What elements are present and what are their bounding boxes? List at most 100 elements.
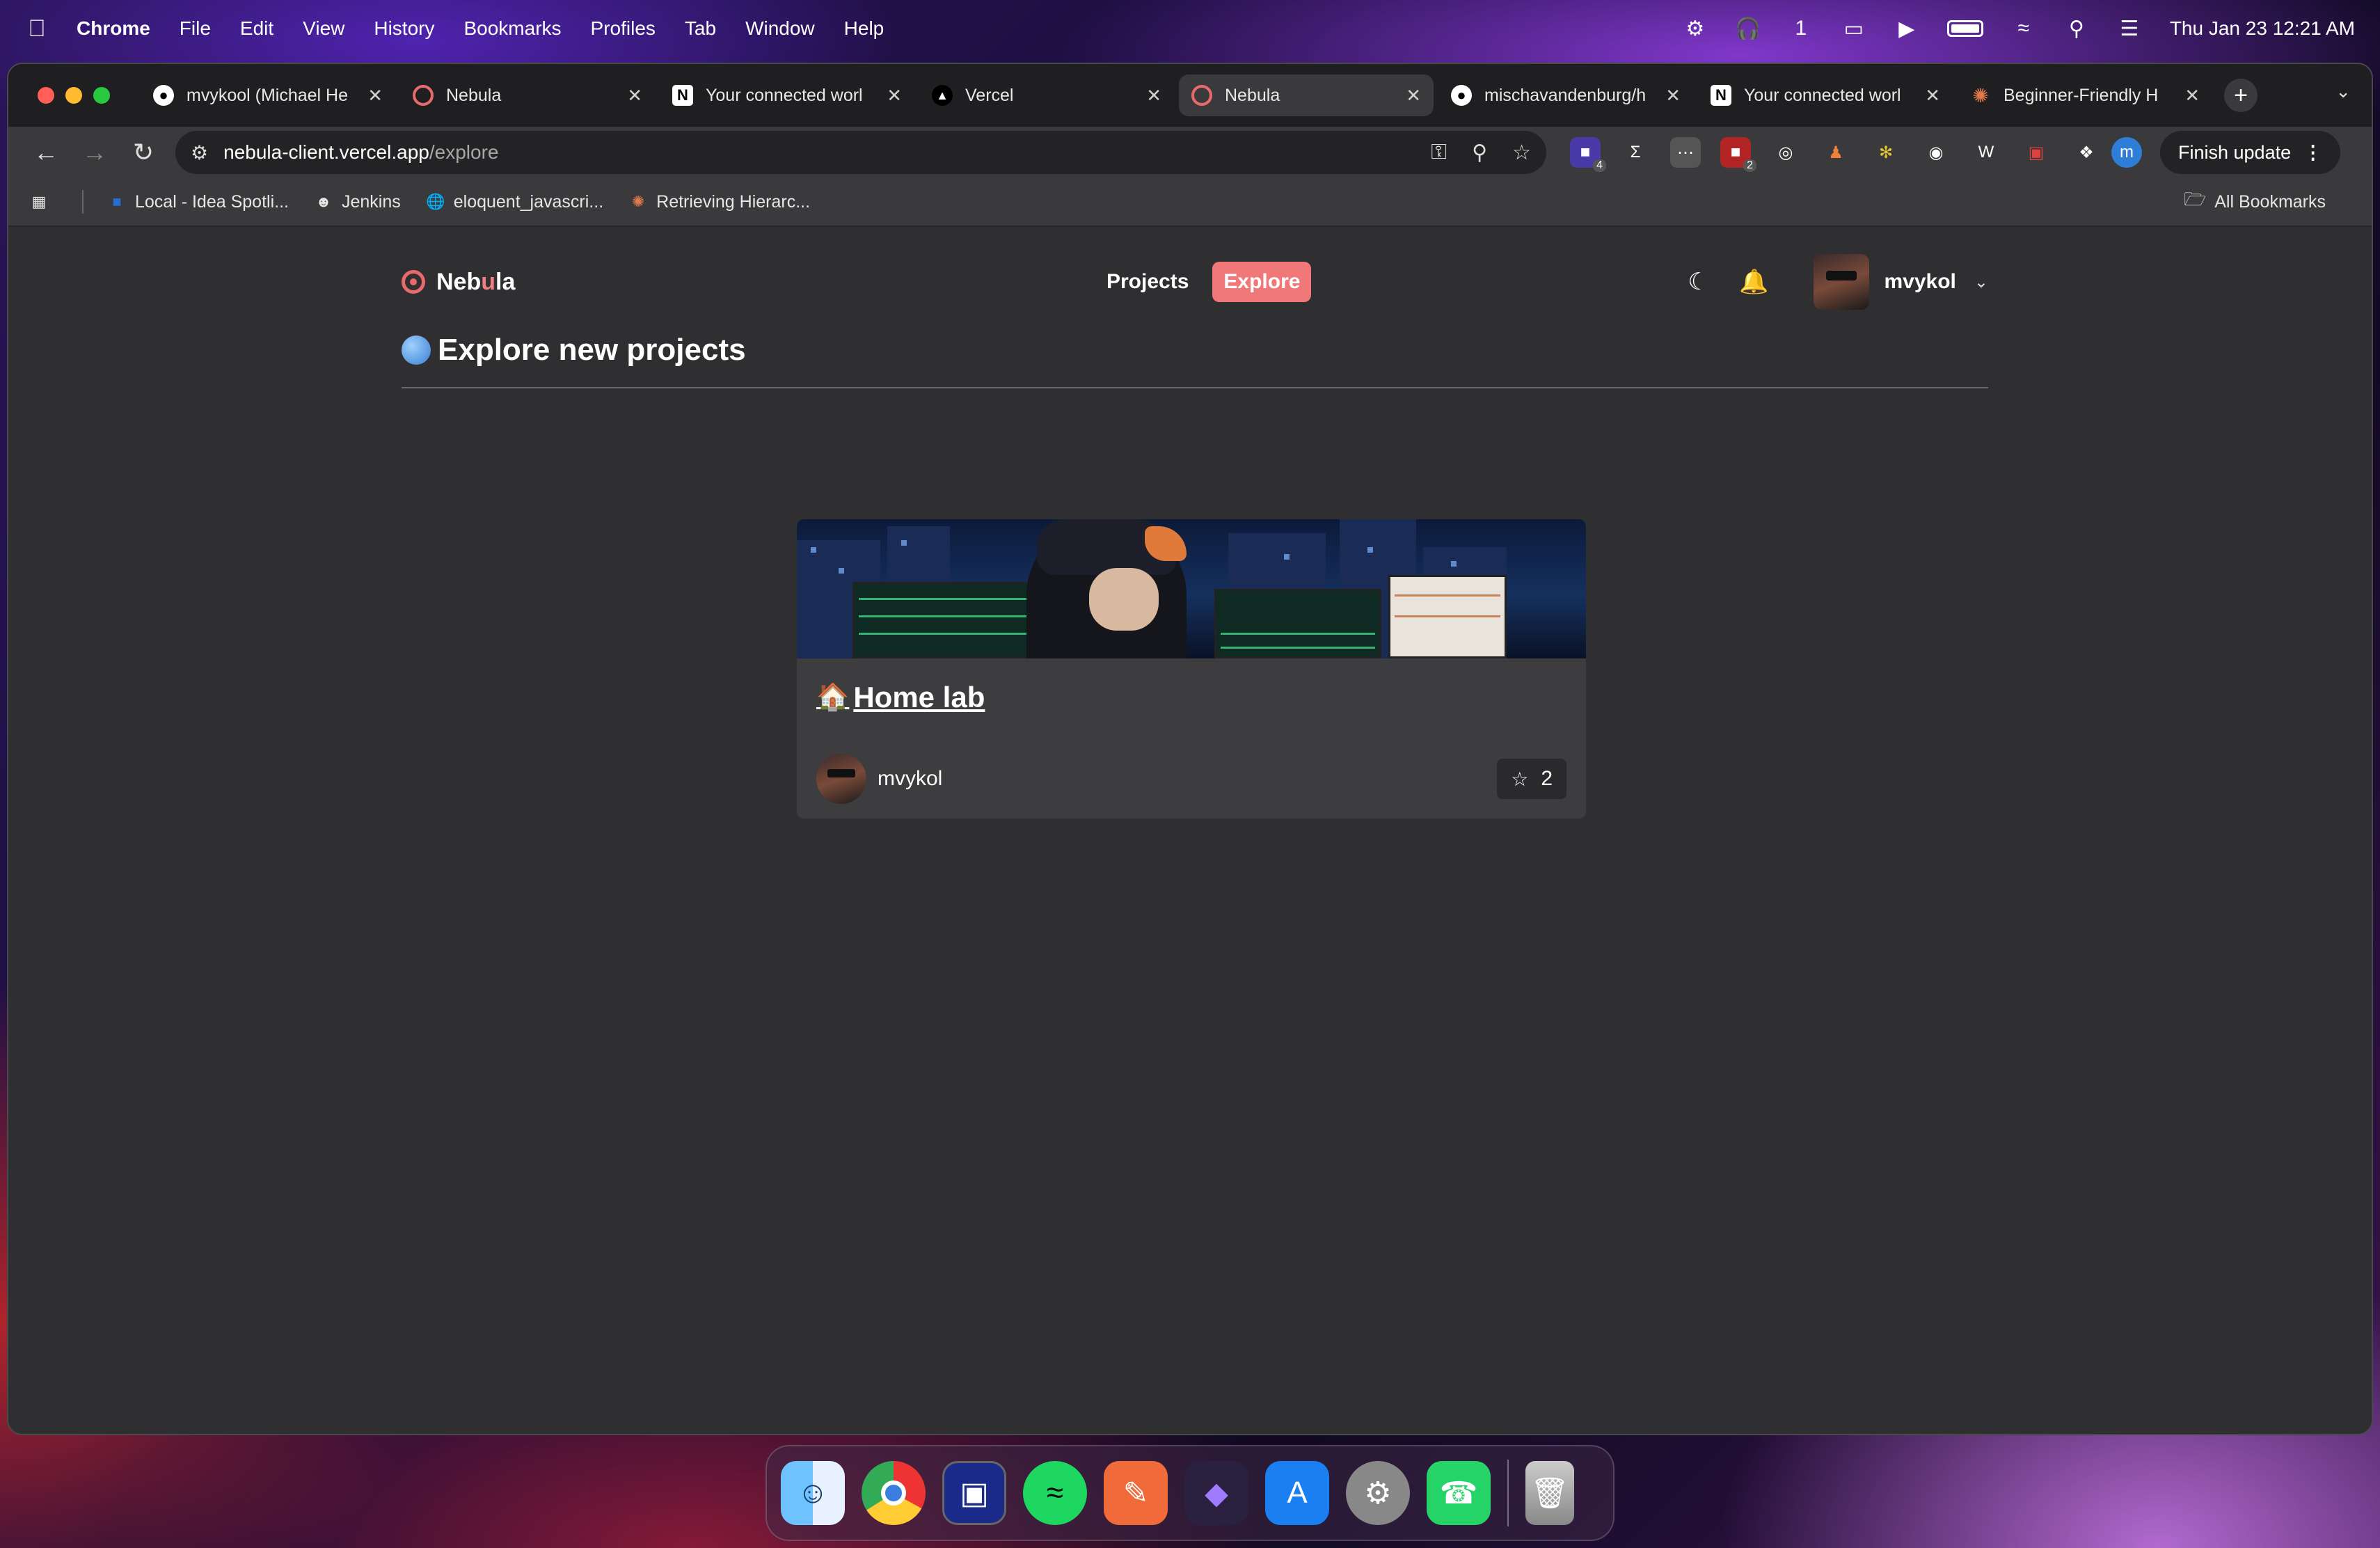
- chrome-icon[interactable]: [862, 1461, 926, 1525]
- tab-search-chevron-icon[interactable]: ⌄: [2335, 81, 2351, 102]
- close-tab-icon[interactable]: ✕: [887, 85, 902, 106]
- shield-status-icon[interactable]: ⚙: [1683, 17, 1708, 40]
- address-url[interactable]: nebula-client.vercel.app/explore: [223, 141, 1406, 164]
- star-button[interactable]: ☆ 2: [1497, 759, 1566, 799]
- minimize-window-button[interactable]: [65, 87, 82, 104]
- bookmark-eloquent-javascript[interactable]: 🌐 eloquent_javascri...: [426, 192, 603, 212]
- project-owner[interactable]: mvykol: [878, 767, 942, 791]
- new-tab-button[interactable]: +: [2224, 79, 2258, 112]
- pen-app-icon[interactable]: ✎: [1104, 1461, 1168, 1525]
- menu-app-name[interactable]: Chrome: [77, 17, 150, 40]
- notifications-bell-icon[interactable]: 🔔: [1737, 264, 1772, 299]
- bookmark-jenkins[interactable]: ☻ Jenkins: [314, 192, 400, 212]
- address-bar[interactable]: ⚙ nebula-client.vercel.app/explore ⚿ ⚲ ☆: [175, 131, 1546, 174]
- apple-icon[interactable]: : [25, 15, 49, 42]
- chevron-down-icon: ⌄: [1974, 272, 1988, 292]
- jenkins-icon: ☻: [315, 193, 332, 210]
- menu-profiles[interactable]: Profiles: [591, 17, 656, 40]
- extension-translate-icon[interactable]: Σ: [1620, 137, 1651, 168]
- profile-avatar-button[interactable]: m: [2111, 137, 2142, 168]
- close-tab-icon[interactable]: ✕: [627, 85, 642, 106]
- menu-file[interactable]: File: [180, 17, 211, 40]
- brand-text-accent: u: [481, 268, 496, 295]
- extension-color-wheel-icon[interactable]: ✻: [1871, 137, 1901, 168]
- spotify-icon[interactable]: ≈: [1023, 1461, 1087, 1525]
- nav-explore[interactable]: Explore: [1212, 262, 1312, 302]
- tab-vercel[interactable]: ▲ Vercel ✕: [919, 74, 1174, 116]
- password-key-icon[interactable]: ⚿: [1431, 141, 1447, 164]
- menu-clock[interactable]: Thu Jan 23 12:21 AM: [2170, 17, 2355, 40]
- extension-owl-icon[interactable]: ◉: [1921, 137, 1951, 168]
- wifi-icon[interactable]: ≈: [2011, 17, 2036, 40]
- headphones-icon[interactable]: 🎧: [1735, 17, 1761, 40]
- app-store-icon[interactable]: A: [1265, 1461, 1329, 1525]
- system-settings-gear-icon[interactable]: ⚙: [1346, 1461, 1410, 1525]
- status-count[interactable]: 1: [1788, 17, 1814, 40]
- close-tab-icon[interactable]: ✕: [367, 85, 383, 106]
- extension-calendar-icon[interactable]: ▣: [2021, 137, 2052, 168]
- forward-button[interactable]: →: [74, 132, 116, 173]
- display-icon[interactable]: ▭: [1841, 17, 1866, 40]
- bookmark-favicon-icon: ■: [112, 193, 122, 210]
- close-tab-icon[interactable]: ✕: [1925, 85, 1940, 106]
- menu-window[interactable]: Window: [745, 17, 815, 40]
- extensions-puzzle-icon[interactable]: ❖: [2071, 137, 2102, 168]
- bookmark-star-icon[interactable]: ☆: [1512, 141, 1531, 165]
- bookmark-local-idea[interactable]: ■ Local - Idea Spotli...: [107, 192, 289, 212]
- menu-edit[interactable]: Edit: [240, 17, 273, 40]
- tab-github-mvykool[interactable]: ● mvykool (Michael He ✕: [141, 74, 395, 116]
- menu-bookmarks[interactable]: Bookmarks: [463, 17, 561, 40]
- finder-icon[interactable]: ☺: [781, 1461, 845, 1525]
- whatsapp-icon[interactable]: ☎: [1427, 1461, 1491, 1525]
- menu-tab[interactable]: Tab: [685, 17, 716, 40]
- extension-red-icon[interactable]: ■ 2: [1720, 137, 1756, 172]
- project-card[interactable]: 🏠 Home lab mvykol ☆ 2: [797, 519, 1586, 819]
- dark-mode-moon-icon[interactable]: ☾: [1681, 264, 1716, 299]
- owner-avatar[interactable]: [816, 754, 866, 804]
- tab-beginner-friendly[interactable]: ✺ Beginner-Friendly H ✕: [1958, 74, 2212, 116]
- close-tab-icon[interactable]: ✕: [1665, 85, 1681, 106]
- bookmarks-bar: ▦ ■ Local - Idea Spotli... ☻ Jenkins 🌐 eloq…: [8, 178, 2372, 227]
- brand-logo-link[interactable]: Neb u la: [402, 269, 515, 296]
- trash-icon[interactable]: 🗑: [1525, 1461, 1574, 1525]
- tab-notion[interactable]: N Your connected worl ✕: [660, 74, 914, 116]
- extension-purple-icon[interactable]: ■ 4: [1570, 137, 1606, 172]
- back-button[interactable]: ←: [25, 132, 67, 173]
- site-info-icon[interactable]: ⚙: [191, 141, 208, 164]
- apps-grid-icon[interactable]: ▦: [29, 192, 57, 212]
- notion-icon: N: [1711, 85, 1731, 106]
- spotlight-search-icon[interactable]: ⚲: [2064, 17, 2089, 40]
- user-menu[interactable]: mvykol ⌄: [1813, 254, 1988, 310]
- battery-icon[interactable]: [1946, 20, 1983, 37]
- extension-dots-icon[interactable]: ⋯: [1670, 137, 1701, 168]
- menu-history[interactable]: History: [374, 17, 434, 40]
- nav-projects[interactable]: Projects: [1095, 262, 1200, 302]
- tab-notion-2[interactable]: N Your connected worl ✕: [1698, 74, 1953, 116]
- close-tab-icon[interactable]: ✕: [1146, 85, 1161, 106]
- menu-help[interactable]: Help: [844, 17, 884, 40]
- terminal-icon[interactable]: ▣: [942, 1461, 1006, 1525]
- project-title-link[interactable]: 🏠 Home lab: [816, 681, 1586, 714]
- house-icon: 🏠: [816, 683, 850, 712]
- close-tab-icon[interactable]: ✕: [2184, 85, 2200, 106]
- tab-nebula-active[interactable]: Nebula ✕: [1179, 74, 1434, 116]
- all-bookmarks-button[interactable]: 🗁 All Bookmarks: [2184, 189, 2326, 212]
- extension-w-icon[interactable]: W: [1971, 137, 2001, 168]
- finish-update-button[interactable]: Finish update ⋮: [2160, 131, 2341, 174]
- close-window-button[interactable]: [38, 87, 54, 104]
- close-tab-icon[interactable]: ✕: [1406, 85, 1421, 106]
- control-center-icon[interactable]: ☰: [2117, 17, 2142, 40]
- extension-chess-icon[interactable]: ♟: [1820, 137, 1851, 168]
- menu-view[interactable]: View: [303, 17, 344, 40]
- page-title: Explore new projects: [402, 333, 1988, 388]
- zoom-icon[interactable]: ⚲: [1472, 141, 1487, 165]
- extension-badge: 2: [1743, 159, 1756, 172]
- reload-button[interactable]: ↻: [122, 132, 164, 173]
- play-icon[interactable]: ▶: [1894, 17, 1919, 40]
- tab-github-mischa[interactable]: ● mischavandenburg/h ✕: [1438, 74, 1693, 116]
- obsidian-icon[interactable]: ◆: [1184, 1461, 1248, 1525]
- bookmark-retrieving[interactable]: ✺ Retrieving Hierarc...: [628, 192, 810, 212]
- tab-nebula[interactable]: Nebula ✕: [400, 74, 655, 116]
- zoom-window-button[interactable]: [93, 87, 110, 104]
- extension-target-icon[interactable]: ◎: [1770, 137, 1801, 168]
